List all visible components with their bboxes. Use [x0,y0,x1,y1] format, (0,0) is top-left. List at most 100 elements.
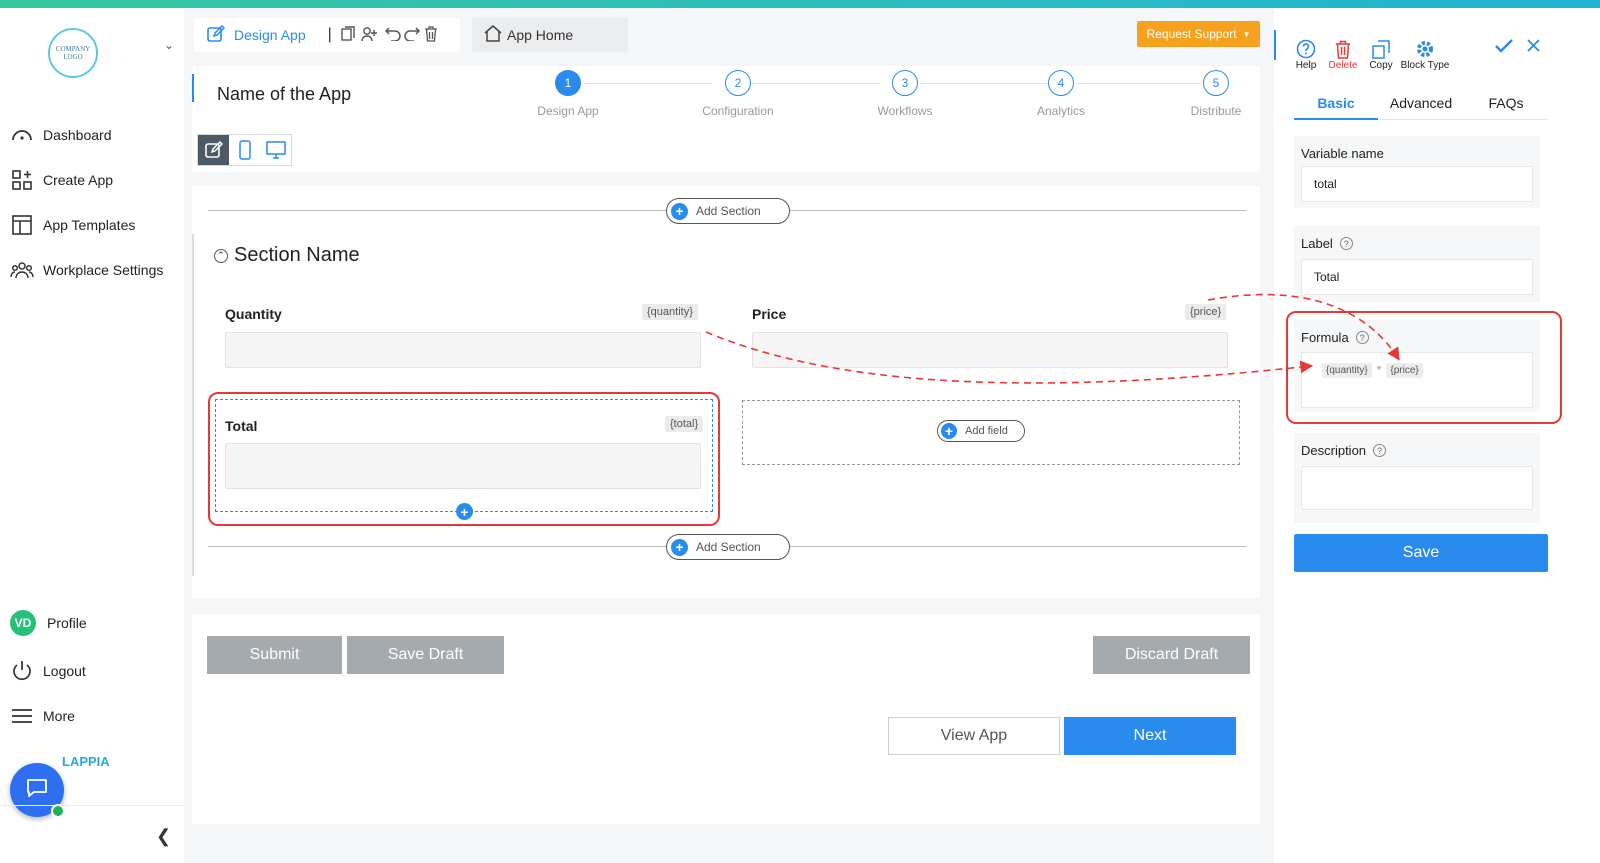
variable-chip-quantity: {quantity} [642,304,698,320]
desktop-view-icon[interactable] [260,135,291,165]
view-app-button[interactable]: View App [888,717,1060,755]
formula-token-price[interactable]: {price} [1386,363,1423,378]
sidebar: COMPANY LOGO ⌄ Dashboard Create App App … [0,8,184,863]
section-name: Section Name [234,244,360,266]
step-label: Workflows [877,104,933,118]
copy-tool[interactable]: Copy [1368,38,1394,71]
save-draft-button[interactable]: Save Draft [347,636,504,674]
sidebar-item-logout[interactable]: Logout [10,661,86,681]
sidebar-item-profile[interactable]: VD Profile [10,610,87,636]
gear-icon [1398,38,1452,60]
add-field-placeholder: + Add field [742,400,1240,465]
add-user-icon[interactable] [361,26,378,45]
selected-field-total[interactable]: Total {total} + [215,399,713,520]
form-canvas: + Add Section ⌃ Section Name Quantity {q… [192,186,1260,598]
add-below-icon[interactable]: + [456,503,473,520]
step-number: 3 [892,70,918,96]
formula-section: Formula? {quantity} * {price} [1294,320,1540,412]
next-button[interactable]: Next [1064,717,1236,755]
description-input[interactable] [1301,466,1533,510]
online-status-dot [51,804,65,818]
tab-faqs[interactable]: FAQs [1464,95,1548,111]
company-logo[interactable]: COMPANY LOGO [48,28,98,78]
label-input[interactable]: Total [1301,259,1533,295]
submit-button[interactable]: Submit [207,636,342,674]
total-input[interactable] [225,443,701,489]
formula-token-quantity[interactable]: {quantity} [1322,363,1372,378]
sidebar-item-create-app[interactable]: Create App [10,170,113,190]
home-icon [484,25,502,45]
help-label: Help [1295,60,1317,71]
request-support-label: Request Support [1146,27,1237,41]
tab-basic[interactable]: Basic [1294,95,1378,111]
step-number: 2 [725,70,751,96]
step-design-app[interactable]: 1 Design App [513,70,623,118]
trash-icon[interactable] [424,25,438,45]
form-actions-panel: Submit Save Draft Discard Draft View App… [192,614,1260,824]
help-icon[interactable]: ? [1373,444,1387,457]
step-distribute[interactable]: 5 Distribute [1161,70,1271,118]
delete-tool[interactable]: Delete [1326,38,1360,71]
gauge-icon [10,125,34,145]
add-section-button[interactable]: + Add Section [666,198,790,224]
discard-draft-button[interactable]: Discard Draft [1093,636,1250,674]
mobile-view-icon[interactable] [229,135,260,165]
sidebar-item-label: Dashboard [43,127,112,143]
step-number: 4 [1048,70,1074,96]
step-number: 1 [555,70,581,96]
top-accent-bar [0,0,1600,8]
step-configuration[interactable]: 2 Configuration [683,70,793,118]
hamburger-icon [10,706,34,726]
variable-name-label: Variable name [1301,146,1384,161]
collapse-icon[interactable]: ⌃ [214,248,228,263]
section-title[interactable]: ⌃ Section Name [214,244,360,267]
formula-input[interactable]: {quantity} * {price} [1301,352,1533,408]
collapse-sidebar-icon[interactable]: ❮ [156,826,171,847]
sidebar-item-dashboard[interactable]: Dashboard [10,125,112,145]
redo-icon[interactable] [404,26,420,44]
quantity-input[interactable] [225,332,701,368]
variable-name-section: Variable name total [1294,136,1540,208]
field-label-total: Total [225,418,258,434]
sidebar-item-more[interactable]: More [10,706,75,726]
save-button[interactable]: Save [1294,534,1548,572]
people-icon [10,260,34,280]
page-title[interactable]: Name of the App [217,84,351,105]
add-section-label: Add Section [696,204,761,218]
field-label-price: Price [752,306,787,322]
add-field-button[interactable]: + Add field [937,420,1025,442]
undo-icon[interactable] [384,26,401,44]
sidebar-item-label: Create App [43,172,114,188]
tab-app-home[interactable]: App Home [472,18,628,52]
help-icon[interactable]: ? [1339,237,1353,250]
chevron-down-icon[interactable]: ⌄ [164,38,174,52]
sidebar-item-app-templates[interactable]: App Templates [10,215,135,235]
block-type-tool[interactable]: Block Type [1398,38,1452,71]
sidebar-item-label: More [43,708,75,724]
step-analytics[interactable]: 4 Analytics [1006,70,1116,118]
tab-advanced[interactable]: Advanced [1379,95,1463,111]
divider [0,805,184,806]
sidebar-item-workplace-settings[interactable]: Workplace Settings [10,260,163,280]
help-icon[interactable]: ? [1355,331,1369,344]
sidebar-item-label: App Templates [43,217,136,233]
formula-label: Formula [1301,330,1349,345]
edit-view-icon[interactable] [198,135,229,165]
copy-icon[interactable] [341,26,355,44]
price-input[interactable] [752,332,1228,368]
add-section-button[interactable]: + Add Section [666,534,790,560]
field-label-quantity: Quantity [225,306,282,322]
close-icon[interactable] [1527,39,1540,57]
block-type-label: Block Type [1400,60,1450,71]
variable-chip-total: {total} [665,416,704,432]
help-tool[interactable]: Help [1294,38,1318,71]
confirm-check-icon[interactable] [1494,38,1514,59]
step-workflows[interactable]: 3 Workflows [850,70,960,118]
view-mode-toggle [197,134,292,166]
variable-name-input[interactable]: total [1301,166,1533,202]
step-label: Design App [537,104,599,118]
request-support-button[interactable]: Request Support ▼ [1137,21,1260,47]
tab-design-app[interactable]: Design App | [194,18,460,52]
add-field-label: Add field [965,425,1008,437]
sidebar-item-label: Profile [47,615,87,631]
